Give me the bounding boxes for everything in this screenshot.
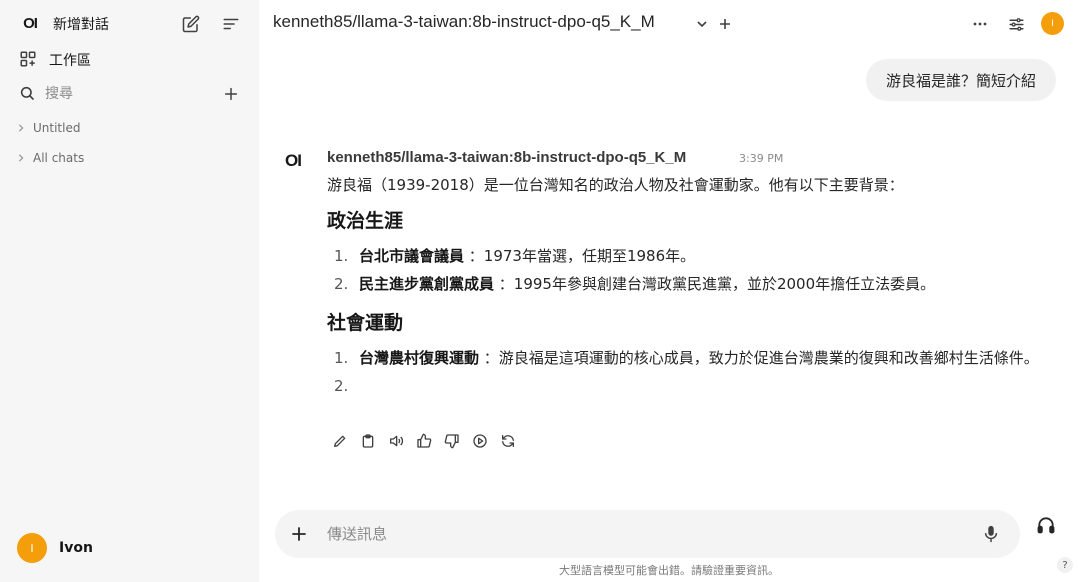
model-selector[interactable]: kenneth85/llama-3-taiwan:8b-instruct-dpo… (273, 12, 655, 32)
workspace-icon (19, 50, 37, 68)
thumbs-up-icon[interactable] (415, 432, 433, 450)
list-item-text: ：1973年當選，任期至1986年。 (464, 247, 696, 265)
chevron-right-icon (18, 154, 24, 162)
avatar: I (17, 533, 47, 563)
more-options-icon[interactable] (970, 14, 990, 34)
play-icon[interactable] (471, 432, 489, 450)
message-actions (331, 432, 517, 450)
search-input[interactable] (45, 84, 205, 104)
list-item-text: ：游良福是這項運動的核心成員，致力於促進台灣農業的復興和改善鄉村生活條件。 (479, 349, 1039, 367)
speaker-icon[interactable] (387, 432, 405, 450)
headphones-icon[interactable] (1035, 514, 1057, 536)
search-icon (19, 85, 35, 101)
regenerate-icon[interactable] (499, 432, 517, 450)
thumbs-down-icon[interactable] (443, 432, 461, 450)
list-item: 1. 台灣農村復興運動 ：游良福是這項運動的核心成員，致力於促進台灣農業的復興和… (327, 344, 1057, 372)
edit-icon[interactable] (331, 432, 349, 450)
ordered-list: 1. 台北市議會議員 ：1973年當選，任期至1986年。 2. 民主進步黨創黨… (327, 242, 1057, 298)
list-number: 1. (334, 247, 349, 265)
user-menu[interactable]: I Ivon (17, 533, 93, 563)
sidebar: OI 新增對話 工作區 搜尋 Untitled All chats I Ivon (0, 0, 259, 582)
ordered-list: 1. 台灣農村復興運動 ：游良福是這項運動的核心成員，致力於促進台灣農業的復興和… (327, 344, 1057, 395)
disclaimer-text: 大型語言模型可能會出錯。請驗證重要資訊。 (559, 564, 779, 577)
user-name: Ivon (59, 540, 93, 556)
sidebar-toggle-icon[interactable] (220, 13, 242, 35)
folder-all-chats[interactable]: All chats (17, 151, 84, 165)
header-avatar[interactable]: I (1041, 12, 1064, 35)
new-chat-edit-icon[interactable] (180, 13, 202, 35)
add-model-plus-icon[interactable] (715, 14, 735, 34)
list-item: 2. 民主進步黨創黨成員 ：1995年參與創建台灣政黨民進黨，並於2000年擔任… (327, 270, 1057, 298)
message-input[interactable] (327, 523, 947, 545)
app-logo[interactable]: OI (19, 13, 41, 33)
assistant-message-body: 游良福（1939-2018）是一位台灣知名的政治人物及社會運動家。他有以下主要背… (327, 174, 1057, 395)
new-folder-plus-icon[interactable] (220, 83, 242, 105)
assistant-model-name: kenneth85/llama-3-taiwan:8b-instruct-dpo… (327, 149, 687, 166)
list-number: 2. (334, 377, 349, 395)
assistant-avatar-logo: OI (285, 151, 302, 170)
workspace-link[interactable]: 工作區 (49, 50, 91, 70)
list-item-bold: 台北市議會議員 (359, 247, 465, 265)
list-item-text: ：1995年參與創建台灣政黨民進黨，並於2000年擔任立法委員。 (494, 275, 936, 293)
message-timestamp: 3:39 PM (739, 152, 784, 165)
user-message-bubble: 游良福是誰？簡短介紹 (865, 59, 1056, 101)
list-item: 1. 台北市議會議員 ：1973年當選，任期至1986年。 (327, 242, 1057, 270)
copy-icon[interactable] (359, 432, 377, 450)
controls-sliders-icon[interactable] (1006, 14, 1026, 34)
microphone-icon[interactable] (981, 524, 1001, 544)
attach-plus-icon[interactable] (289, 524, 309, 544)
help-button[interactable]: ? (1057, 557, 1073, 573)
section-heading: 社會運動 (327, 312, 404, 334)
chevron-down-icon[interactable] (692, 14, 712, 34)
chevron-right-icon (18, 124, 24, 132)
message-intro: 游良福（1939-2018）是一位台灣知名的政治人物及社會運動家。他有以下主要背… (327, 176, 904, 194)
list-number: 1. (334, 349, 349, 367)
list-item-bold: 民主進步黨創黨成員 (359, 275, 495, 293)
section-heading: 政治生涯 (327, 210, 404, 232)
folder-label: All chats (33, 151, 85, 165)
main-panel: kenneth85/llama-3-taiwan:8b-instruct-dpo… (259, 0, 1079, 582)
folder-label: Untitled (33, 121, 81, 135)
new-chat-label[interactable]: 新增對話 (53, 14, 109, 34)
message-composer (275, 510, 1020, 558)
list-item-bold: 台灣農村復興運動 (359, 349, 480, 367)
app-root: OI 新增對話 工作區 搜尋 Untitled All chats I Ivon… (0, 0, 1079, 582)
folder-untitled[interactable]: Untitled (17, 121, 80, 135)
list-number: 2. (334, 275, 349, 293)
